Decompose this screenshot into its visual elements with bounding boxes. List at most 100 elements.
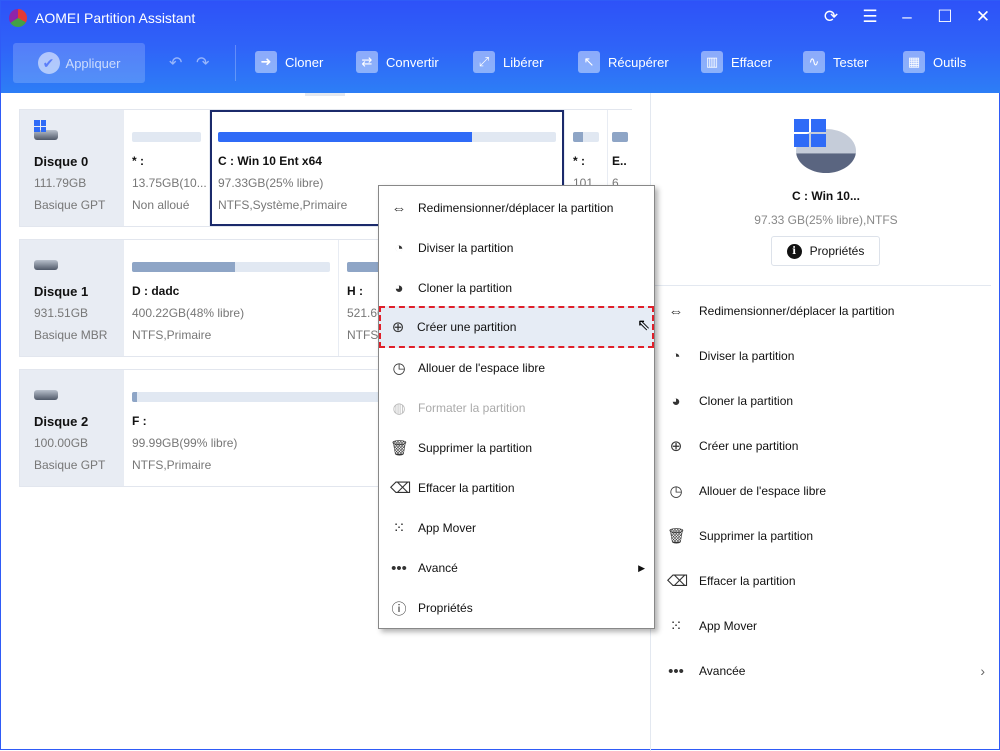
create-partition-icon: ⊕ — [669, 438, 683, 455]
menu-label: Avancé — [418, 561, 458, 575]
partition-d[interactable]: D : dadc 400.22GB(48% libre) NTFS,Primai… — [124, 240, 338, 356]
menu-label: Créer une partition — [417, 320, 517, 334]
free-up-label: Libérer — [503, 54, 544, 70]
disk-size: 931.51GB — [34, 306, 89, 320]
clone-label: Cloner — [285, 54, 324, 70]
action-advanced[interactable]: ••• Avancée › — [667, 659, 991, 683]
action-label: Supprimer la partition — [699, 529, 814, 543]
action-delete[interactable]: 🗑 Supprimer la partition — [667, 524, 991, 548]
clone-button[interactable]: ➜ Cloner — [255, 51, 323, 73]
undo-button[interactable]: ↶ — [169, 53, 182, 73]
menu-item-properties[interactable]: ⓘ Propriétés — [380, 588, 653, 628]
partition-name: C : Win 10 Ent x64 — [218, 154, 322, 168]
partition-size: 400.22GB(48% libre) — [132, 306, 245, 320]
tools-grid-icon: ▦ — [903, 51, 925, 73]
maximize-button[interactable]: ☐ — [933, 7, 957, 27]
tools-button[interactable]: ▦ Outils — [903, 51, 966, 73]
selected-partition-title: C : Win 10... — [792, 189, 860, 203]
menu-item-clone[interactable]: ◕ Cloner la partition — [380, 268, 653, 308]
disk-type: Basique GPT — [34, 198, 106, 212]
menu-icon[interactable]: ☰ — [858, 7, 882, 27]
action-create[interactable]: ⊕ Créer une partition — [667, 434, 991, 458]
menu-label: Allouer de l'espace libre — [418, 361, 546, 375]
apply-button[interactable]: ✔ Appliquer — [13, 43, 145, 83]
more-dots-icon: ••• — [391, 559, 407, 577]
action-app-mover[interactable]: ⁙ App Mover — [667, 614, 991, 638]
close-button[interactable]: ✕ — [971, 7, 995, 27]
properties-button[interactable]: i Propriétés — [771, 236, 880, 266]
menu-label: Redimensionner/déplacer la partition — [418, 201, 614, 215]
disk-label[interactable]: Disque 2 100.00GB Basique GPT — [20, 370, 124, 486]
menu-item-create-highlighted[interactable]: ⊕ Créer une partition — [379, 306, 654, 348]
app-logo-icon — [9, 9, 27, 27]
menu-item-advanced[interactable]: ••• Avancé ▶ — [380, 548, 653, 588]
partition-unallocated[interactable]: * : 13.75GB(10... Non alloué — [124, 110, 209, 226]
submenu-arrow-icon: ▶ — [638, 562, 645, 573]
action-label: Créer une partition — [699, 439, 799, 453]
usage-bar — [132, 132, 201, 142]
partition-pie-icon — [794, 119, 858, 175]
resize-arrows-icon: ⇔ — [668, 302, 684, 320]
more-dots-icon: ••• — [668, 662, 684, 680]
shredder-icon: ▥ — [701, 51, 723, 73]
action-label: Allouer de l'espace libre — [699, 484, 827, 498]
convert-label: Convertir — [386, 54, 439, 70]
disk-name: Disque 0 — [34, 154, 89, 169]
partition-info: NTFS,Primaire — [132, 328, 212, 342]
wipe-label: Effacer — [731, 54, 772, 70]
pulse-icon: ∿ — [803, 51, 825, 73]
menu-item-split[interactable]: ◔ Diviser la partition — [380, 228, 653, 268]
recover-button[interactable]: ↖ Récupérer — [578, 51, 669, 73]
minimize-button[interactable]: – — [895, 7, 919, 27]
convert-button[interactable]: ⇄ Convertir — [356, 51, 439, 73]
action-allocate[interactable]: ◷ Allouer de l'espace libre — [667, 479, 991, 503]
menu-item-app-mover[interactable]: ⁙ App Mover — [380, 508, 653, 548]
menu-item-allocate[interactable]: ◷ Allouer de l'espace libre — [380, 348, 653, 388]
action-label: Avancée — [699, 664, 746, 678]
menu-label: Diviser la partition — [418, 241, 514, 255]
apply-label: Appliquer — [65, 55, 121, 71]
disk-size: 100.00GB — [34, 436, 89, 450]
allocate-clock-icon: ◷ — [669, 483, 683, 500]
clone-pie-icon: ◕ — [671, 392, 681, 410]
action-split[interactable]: ◔ Diviser la partition — [667, 344, 991, 368]
usage-bar — [218, 132, 556, 142]
app-title: AOMEI Partition Assistant — [35, 10, 196, 26]
disk-type: Basique GPT — [34, 458, 106, 472]
wipe-button[interactable]: ▥ Effacer — [701, 51, 772, 73]
action-resize[interactable]: ⇔ Redimensionner/déplacer la partition — [667, 299, 991, 323]
disk-size: 111.79GB — [34, 176, 87, 190]
resize-grip[interactable] — [305, 93, 345, 96]
test-button[interactable]: ∿ Tester — [803, 51, 868, 73]
disk-name: Disque 2 — [34, 414, 89, 429]
usage-bar — [612, 132, 628, 142]
disk-label[interactable]: Disque 1 931.51GB Basique MBR — [20, 240, 124, 356]
action-label: App Mover — [699, 619, 758, 633]
info-icon: i — [786, 243, 802, 259]
trash-icon: 🗑 — [390, 440, 410, 457]
menu-item-resize[interactable]: ⇔ Redimensionner/déplacer la partition — [380, 188, 653, 228]
trash-icon: 🗑 — [667, 528, 687, 545]
check-icon: ✔ — [37, 52, 60, 74]
redo-button[interactable]: ↷ — [196, 53, 209, 73]
expand-icon: ⤢ — [473, 51, 495, 73]
action-clone[interactable]: ◕ Cloner la partition — [667, 389, 991, 413]
action-wipe[interactable]: ⌫ Effacer la partition — [667, 569, 991, 593]
disk-label[interactable]: Disque 0 111.79GB Basique GPT — [20, 110, 124, 226]
disk-icon — [34, 254, 58, 270]
menu-label: Formater la partition — [418, 401, 526, 415]
menu-item-wipe[interactable]: ⌫ Effacer la partition — [380, 468, 653, 508]
title-toolbar: AOMEI Partition Assistant ⟳ ☰ – ☐ ✕ ✔ App… — [1, 1, 1000, 93]
app-mover-icon: ⁙ — [392, 520, 406, 537]
create-partition-icon: ⊕ — [391, 319, 405, 336]
menu-item-format-disabled: ◍ Formater la partition — [380, 388, 653, 428]
divider — [651, 285, 991, 286]
free-up-button[interactable]: ⤢ Libérer — [473, 51, 543, 73]
right-panel: C : Win 10... 97.33 GB(25% libre),NTFS i… — [650, 93, 1000, 751]
menu-item-delete[interactable]: 🗑 Supprimer la partition — [380, 428, 653, 468]
partition-name: * : — [132, 154, 144, 168]
disk-name: Disque 1 — [34, 284, 89, 299]
usage-bar — [573, 132, 599, 142]
refresh-icon[interactable]: ⟳ — [819, 7, 843, 27]
partition-name: * : — [573, 154, 585, 168]
